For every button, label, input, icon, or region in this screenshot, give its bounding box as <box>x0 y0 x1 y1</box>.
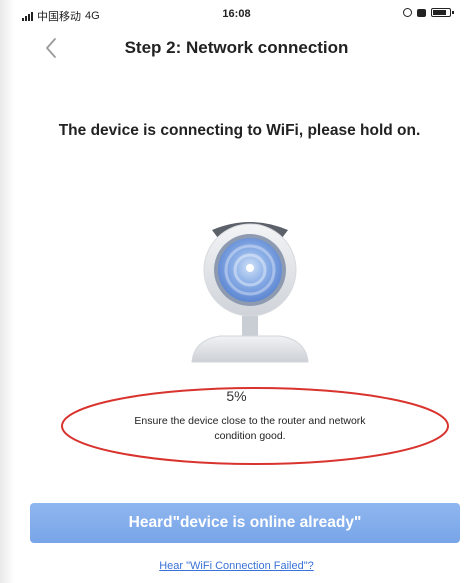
left-edge-shadow <box>0 0 14 583</box>
device-online-button[interactable]: Heard"device is online already" <box>30 503 460 543</box>
page-title: Step 2: Network connection <box>124 38 349 57</box>
app-screen: 中国移动 4G 16:08 Step 2: Network connection… <box>0 0 473 583</box>
hint-line-2: condition good. <box>214 430 286 442</box>
webcam-icon <box>191 222 309 363</box>
orientation-lock-icon <box>417 8 426 17</box>
connecting-headline: The device is connecting to WiFi, please… <box>58 122 421 139</box>
wifi-failed-link[interactable]: Hear "WiFi Connection Failed"? <box>0 560 473 572</box>
progress-percent: 5% <box>226 388 247 404</box>
status-bar: 中国移动 4G 16:08 <box>16 6 457 24</box>
placement-hint: Ensure the device close to the router an… <box>70 414 430 444</box>
status-time: 16:08 <box>222 8 251 20</box>
battery-icon <box>431 8 454 17</box>
location-icon <box>403 8 412 17</box>
status-right <box>403 8 454 17</box>
nav-bar: Step 2: Network connection <box>16 30 457 66</box>
hint-line-1: Ensure the device close to the router an… <box>134 415 366 427</box>
